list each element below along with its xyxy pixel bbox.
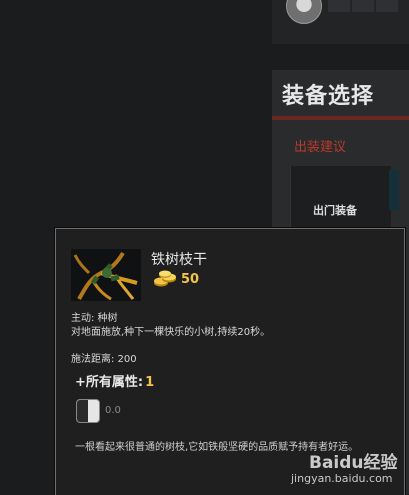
item-slot[interactable] [352,0,374,12]
top-hero-strip [272,0,409,44]
title-divider [272,116,409,120]
active-ability-desc: 对地面施放,种下一棵快乐的小树,持续20秒。 [71,327,271,338]
cast-range: 施法距离: 200 [71,354,137,365]
watermark-url: jingyan.baidu.com [291,472,393,485]
watermark-logo: Baidu经验 [309,453,398,473]
cooldown-value: 0.0 [105,405,121,416]
item-thumbnail[interactable] [389,170,399,210]
iron-branch-icon [71,249,141,301]
cooldown-icon [76,399,100,423]
panel-title: 装备选择 [282,84,375,109]
item-slot[interactable] [328,0,350,12]
hero-slots [328,0,398,12]
item-name: 铁树枝干 [151,252,207,268]
active-ability-label: 主动: 种树 [71,313,118,324]
baidu-watermark: Baidu经验 jingyan.baidu.com [283,444,409,494]
attribute-bonus: +所有属性: 1 [75,371,154,390]
attribute-label: +所有属性: [75,375,144,390]
recommend-group-label: 出门装备 [313,204,357,217]
item-slot[interactable] [376,0,398,12]
attribute-value: 1 [145,375,155,390]
item-cost: 50 [181,272,200,287]
tab-recommended-build[interactable]: 出装建议 [294,136,346,155]
hero-portrait-icon[interactable] [286,0,322,24]
gold-coin-icon [154,270,176,287]
